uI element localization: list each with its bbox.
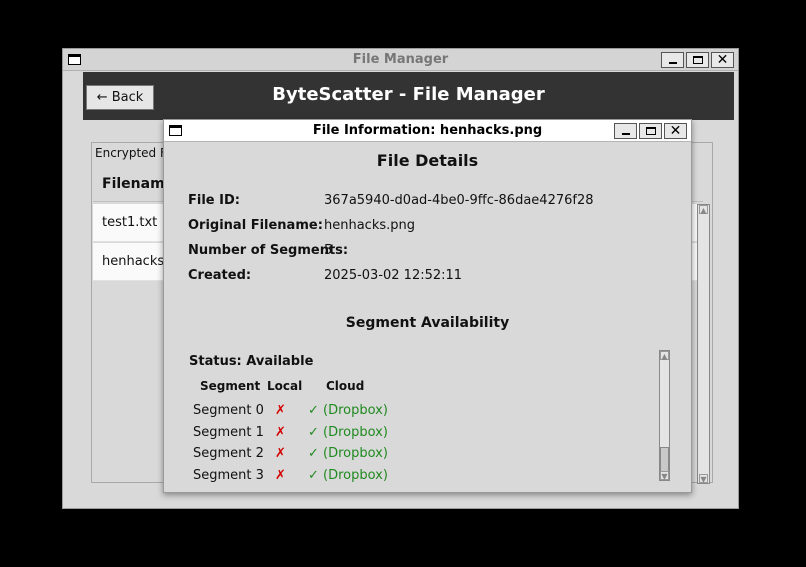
info-label: Created: [188, 268, 252, 283]
files-scrollbar[interactable]: ▲ ▼ [697, 204, 710, 484]
segment-name: Segment 2 [193, 446, 264, 461]
close-button[interactable]: ✕ [664, 123, 687, 139]
file-info-dialog: File Information: henhacks.png ✕ File De… [163, 119, 692, 493]
segment-row: Segment 0 ✗ ✓ (Dropbox) [164, 403, 644, 423]
maximize-button[interactable] [639, 123, 662, 139]
segment-availability-heading: Segment Availability [345, 315, 510, 331]
info-row-file-id: File ID: 367a5940-d0ad-4be0-9ffc-86dae42… [188, 193, 668, 211]
main-titlebar[interactable]: File Manager ✕ [63, 49, 738, 71]
local-status-icon: ✗ [275, 425, 286, 440]
scroll-thumb[interactable] [660, 447, 669, 472]
info-label: Original Filename: [188, 218, 323, 233]
cloud-status: ✓ (Dropbox) [308, 446, 388, 461]
minimize-icon [669, 62, 677, 64]
main-window-controls: ✕ [661, 52, 734, 68]
dialog-titlebar[interactable]: File Information: henhacks.png ✕ [164, 120, 691, 142]
segment-name: Segment 1 [193, 425, 264, 440]
minimize-button[interactable] [661, 52, 684, 68]
cloud-column-header: Cloud [326, 379, 365, 393]
scroll-down-icon[interactable]: ▼ [660, 471, 669, 481]
info-value: 2025-03-02 12:52:11 [324, 268, 463, 283]
segment-column-header: Segment [200, 379, 261, 393]
info-value: henhacks.png [324, 218, 416, 233]
scroll-up-icon[interactable]: ▲ [699, 205, 708, 215]
dialog-controls: ✕ [614, 123, 687, 139]
cloud-status: ✓ (Dropbox) [308, 403, 388, 418]
frame-label: Encrypted Fi [95, 146, 170, 160]
segment-name: Segment 0 [193, 403, 264, 418]
minimize-button[interactable] [614, 123, 637, 139]
app-title: ByteScatter - File Manager [272, 84, 545, 105]
info-label: File ID: [188, 193, 240, 208]
file-name: test1.txt [102, 215, 158, 230]
cloud-status: ✓ (Dropbox) [308, 425, 388, 440]
close-button[interactable]: ✕ [711, 52, 734, 68]
local-status-icon: ✗ [275, 446, 286, 461]
info-row-created: Created: 2025-03-02 12:52:11 [188, 268, 668, 286]
segments-scrollbar[interactable]: ▲ ▼ [659, 350, 670, 481]
maximize-button[interactable] [686, 52, 709, 68]
scroll-up-icon[interactable]: ▲ [660, 351, 669, 361]
cloud-status: ✓ (Dropbox) [308, 468, 388, 482]
segment-row: Segment 3 ✗ ✓ (Dropbox) [164, 468, 644, 482]
status-text: Status: Available [189, 354, 314, 369]
scroll-down-icon[interactable]: ▼ [699, 474, 708, 484]
close-icon: ✕ [669, 123, 682, 139]
maximize-icon [646, 127, 656, 135]
app-header: ← Back ByteScatter - File Manager [83, 72, 734, 120]
close-icon: ✕ [716, 52, 729, 68]
minimize-icon [622, 133, 630, 135]
segment-row: Segment 2 ✗ ✓ (Dropbox) [164, 446, 644, 466]
info-row-number-of-segments: Number of Segments: 5 [188, 243, 668, 261]
dialog-title: File Information: henhacks.png [312, 123, 543, 138]
main-window-title: File Manager [352, 52, 449, 67]
local-status-icon: ✗ [275, 468, 286, 482]
info-value: 5 [324, 243, 333, 258]
info-row-original-filename: Original Filename: henhacks.png [188, 218, 668, 236]
segment-name: Segment 3 [193, 468, 264, 482]
local-column-header: Local [267, 379, 303, 393]
local-status-icon: ✗ [275, 403, 286, 418]
segment-row: Segment 1 ✗ ✓ (Dropbox) [164, 425, 644, 445]
maximize-icon [693, 56, 703, 64]
file-details-heading: File Details [376, 151, 479, 170]
info-value: 367a5940-d0ad-4be0-9ffc-86dae4276f28 [324, 193, 594, 208]
